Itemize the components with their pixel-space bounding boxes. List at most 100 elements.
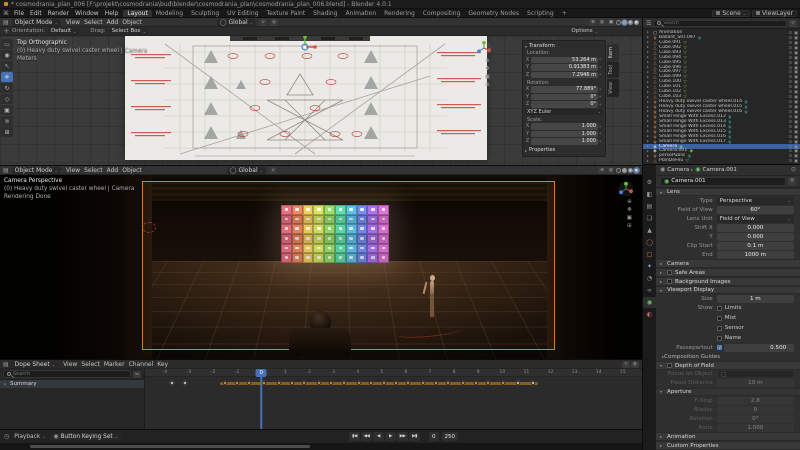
shading-wireframe-icon[interactable] bbox=[616, 20, 621, 25]
workspace-tab-uv-editing[interactable]: UV Editing bbox=[223, 10, 262, 17]
lens-unit-dropdown[interactable]: Field of View⌄ bbox=[717, 215, 794, 223]
transform-panel-header[interactable]: ▾Transform bbox=[525, 43, 603, 49]
custom-properties-panel-header[interactable]: ▸Custom Properties bbox=[656, 441, 800, 450]
play-reverse-button[interactable]: ◀ bbox=[373, 432, 384, 441]
dof-checkbox[interactable] bbox=[667, 363, 672, 368]
lock-icon[interactable]: • bbox=[599, 57, 603, 62]
focus-object-field[interactable]: ▢ bbox=[717, 370, 794, 378]
disclosure-icon[interactable]: ▸ bbox=[647, 40, 651, 44]
lock-icon[interactable]: • bbox=[599, 139, 603, 144]
disclosure-icon[interactable]: ▸ bbox=[647, 154, 651, 158]
zoom-icon[interactable]: ⊕ bbox=[627, 199, 632, 205]
disclosure-icon[interactable]: ▸ bbox=[647, 95, 651, 99]
editor-type-icon[interactable]: ◷ bbox=[4, 433, 9, 440]
focus-distance-field[interactable]: 10 m bbox=[717, 379, 794, 387]
safe-areas-panel-header[interactable]: ▸Safe Areas bbox=[656, 268, 800, 277]
scale-x-field[interactable]: 1.000 bbox=[531, 123, 598, 130]
menu-object[interactable]: Object bbox=[120, 167, 144, 174]
shading-rendered-icon[interactable] bbox=[634, 168, 639, 173]
safe-areas-checkbox[interactable] bbox=[667, 270, 672, 275]
overlay-icon[interactable]: ◍ bbox=[631, 361, 639, 368]
aperture-rotation-field[interactable]: 0° bbox=[717, 415, 794, 423]
filter-icon[interactable]: ▽ bbox=[622, 361, 630, 368]
keyframe-diamond[interactable] bbox=[169, 380, 175, 386]
play-button[interactable]: ▶ bbox=[385, 432, 396, 441]
options-dropdown[interactable]: Options ⌄ bbox=[571, 28, 598, 34]
disclosure-icon[interactable]: ▸ bbox=[647, 45, 651, 49]
lock-icon[interactable]: • bbox=[599, 87, 603, 92]
zoom-icon[interactable]: ⊕ bbox=[485, 58, 490, 64]
lock-icon[interactable]: • bbox=[599, 94, 603, 99]
shading-solid-icon[interactable] bbox=[622, 20, 627, 25]
overlays-toggle-icon[interactable]: ◍ bbox=[607, 167, 615, 174]
properties-tab-render[interactable]: ◧ bbox=[643, 189, 656, 200]
disclosure-icon[interactable]: ▸ bbox=[647, 114, 651, 118]
move-gizmo[interactable] bbox=[292, 36, 318, 60]
viewport-display-panel-header[interactable]: ▾Viewport Display bbox=[656, 286, 800, 294]
properties-tab-constraints[interactable]: ∞ bbox=[643, 285, 656, 296]
properties-tab-modifiers[interactable]: ✦ bbox=[643, 261, 656, 272]
move-tool-icon[interactable]: ✛ bbox=[1, 72, 13, 82]
tweak-tool-icon[interactable]: ↖ bbox=[1, 61, 13, 71]
disclosure-icon[interactable]: ▸ bbox=[647, 109, 651, 113]
workspace-tab-scripting[interactable]: Scripting bbox=[523, 10, 558, 17]
background-images-panel-header[interactable]: ▸Background Images bbox=[656, 277, 800, 286]
menu-select[interactable]: Select bbox=[79, 361, 102, 368]
menu-add[interactable]: Add bbox=[105, 167, 121, 174]
navigation-gizmo[interactable] bbox=[476, 40, 492, 56]
location-y-field[interactable]: 0.91383 m bbox=[531, 64, 598, 71]
orientation-setting-dropdown[interactable]: Default ⌄ bbox=[48, 28, 79, 35]
background-images-checkbox[interactable] bbox=[667, 279, 672, 284]
shading-material-icon[interactable] bbox=[628, 168, 633, 173]
disclosure-icon[interactable]: ▸ bbox=[647, 70, 651, 74]
scene-selector[interactable]: Scene ⌄ bbox=[712, 10, 750, 17]
annotate-tool-icon[interactable]: ≋ bbox=[1, 116, 13, 126]
properties-tab-physics[interactable]: ◔ bbox=[643, 273, 656, 284]
camera-view-icon[interactable]: ▣ bbox=[485, 74, 490, 80]
snap-magnet-icon[interactable]: ∪ bbox=[259, 19, 267, 26]
blades-field[interactable]: 0 bbox=[717, 406, 794, 414]
hide-eye-icon[interactable]: ⊙ bbox=[789, 158, 793, 163]
properties-tab-tool[interactable]: ⚙ bbox=[643, 177, 656, 188]
grid-toggle-icon[interactable]: ⊞ bbox=[627, 223, 632, 229]
cursor-tool-icon[interactable]: ◉ bbox=[1, 50, 13, 60]
rotation-x-field[interactable]: 77.889° bbox=[531, 86, 598, 93]
disclosure-icon[interactable]: ▸ bbox=[647, 80, 651, 84]
transform-tool-icon[interactable]: ▣ bbox=[1, 105, 13, 115]
fake-user-icon[interactable]: ⛨ bbox=[788, 178, 796, 185]
filter-icon[interactable]: ▽ bbox=[789, 20, 797, 27]
editor-type-icon[interactable]: ▤ bbox=[3, 167, 9, 174]
editor-type-icon[interactable]: ▤ bbox=[3, 361, 9, 368]
scale-z-field[interactable]: 1.000 bbox=[531, 138, 598, 145]
location-x-field[interactable]: 53.264 m bbox=[531, 57, 598, 64]
properties-tab-material[interactable]: ◐ bbox=[643, 309, 656, 320]
prev-keyframe-button[interactable]: ◀◀ bbox=[361, 432, 372, 441]
disclosure-icon[interactable]: ▸ bbox=[647, 85, 651, 89]
disclosure-icon[interactable]: ▸ bbox=[647, 119, 651, 123]
filter-toggle-icon[interactable]: ≔ bbox=[133, 371, 141, 378]
display-size-field[interactable]: 1 m bbox=[717, 295, 794, 303]
gizmo-toggle-icon[interactable]: ⊕ bbox=[589, 19, 597, 26]
properties-tab-world[interactable]: ◯ bbox=[643, 237, 656, 248]
fov-slider[interactable]: 60° bbox=[717, 206, 794, 214]
disclosure-icon[interactable]: ▸ bbox=[647, 60, 651, 64]
measure-tool-icon[interactable]: ⊞ bbox=[1, 127, 13, 137]
next-keyframe-button[interactable]: ▶▶ bbox=[397, 432, 408, 441]
menu-window[interactable]: Window bbox=[72, 10, 102, 17]
workspace-tab-rendering[interactable]: Rendering bbox=[380, 10, 419, 17]
properties-tab-output[interactable]: ▤ bbox=[643, 201, 656, 212]
camera-view-icon[interactable]: ▣ bbox=[627, 215, 632, 221]
lock-icon[interactable]: • bbox=[599, 131, 603, 136]
channel-summary-row[interactable]: ▸ Summary bbox=[0, 379, 144, 388]
rotation-z-field[interactable]: 0° bbox=[531, 101, 598, 108]
menu-help[interactable]: Help bbox=[102, 10, 122, 17]
sidebar-tab-view[interactable]: View bbox=[607, 79, 619, 97]
lens-type-dropdown[interactable]: Perspective⌄ bbox=[717, 197, 794, 205]
select-box-tool-icon[interactable]: ▭ bbox=[1, 39, 13, 49]
composition-guides-row[interactable]: ▸ Composition Guides bbox=[656, 352, 800, 361]
orientation-dropdown[interactable]: ◯ Global ⌄ bbox=[227, 167, 266, 174]
breadcrumb-object[interactable]: Camera bbox=[667, 167, 689, 173]
disclosure-icon[interactable]: ▸ bbox=[647, 134, 651, 138]
dope-sheet-mode-dropdown[interactable]: Dope Sheet ⌄ bbox=[12, 361, 58, 368]
menu-file[interactable]: File bbox=[11, 10, 27, 17]
